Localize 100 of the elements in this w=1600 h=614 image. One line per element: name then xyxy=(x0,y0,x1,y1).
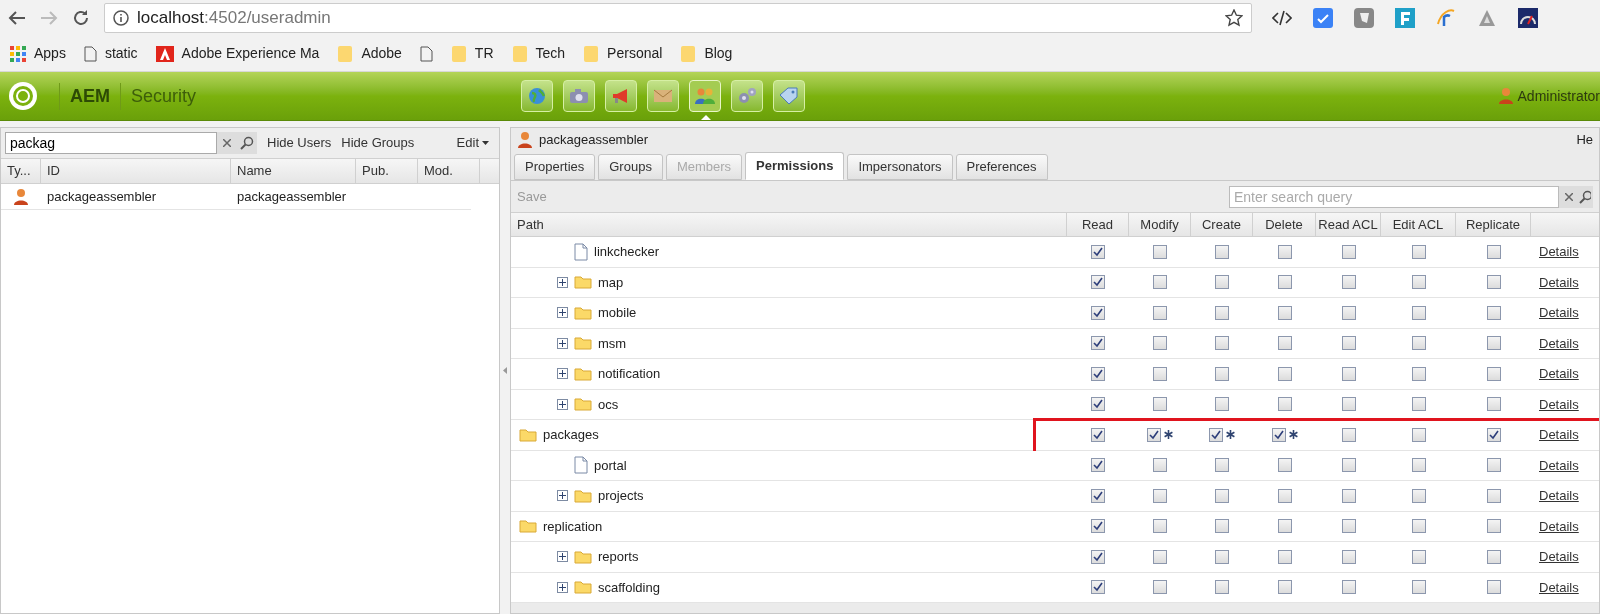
checkbox[interactable] xyxy=(1341,366,1356,381)
checkbox[interactable] xyxy=(1091,305,1105,320)
letter-tile-icon[interactable] xyxy=(1395,8,1415,28)
swoosh-icon[interactable] xyxy=(1436,8,1456,28)
checkbox[interactable] xyxy=(1277,244,1292,259)
checkbox[interactable] xyxy=(1411,549,1426,564)
checkbox[interactable] xyxy=(1486,427,1501,442)
checkbox[interactable] xyxy=(1153,336,1167,351)
checkbox[interactable] xyxy=(1215,519,1229,534)
bookmark[interactable]: Tech xyxy=(535,43,566,64)
tree-item[interactable]: scaffolding xyxy=(598,577,660,597)
collapse-handle-icon[interactable] xyxy=(503,367,507,374)
tab[interactable]: Properties xyxy=(514,154,596,180)
checkbox[interactable] xyxy=(1091,549,1105,564)
checkbox[interactable] xyxy=(1215,488,1229,503)
checkbox[interactable] xyxy=(1486,336,1501,351)
tab[interactable]: Groups xyxy=(598,154,663,180)
checkbox[interactable] xyxy=(1153,244,1167,259)
user-name[interactable]: Administrator xyxy=(1517,85,1600,107)
checkbox[interactable] xyxy=(1341,427,1356,442)
checkbox[interactable] xyxy=(1215,305,1229,320)
column-header[interactable]: Replicate xyxy=(1456,213,1531,236)
back-icon[interactable] xyxy=(8,10,26,26)
column-header[interactable]: Delete xyxy=(1253,213,1316,236)
checkbox[interactable] xyxy=(1411,458,1426,473)
checkbox[interactable] xyxy=(1277,580,1292,595)
checkbox[interactable] xyxy=(1277,458,1292,473)
checkbox[interactable] xyxy=(1341,488,1356,503)
checkbox[interactable] xyxy=(1411,336,1426,351)
nav-button[interactable] xyxy=(521,80,554,112)
reload-icon[interactable] xyxy=(72,9,90,27)
search-icon[interactable] xyxy=(237,132,257,154)
column-header[interactable]: Pub. xyxy=(356,159,418,183)
checkbox[interactable] xyxy=(1153,458,1167,473)
checkbox[interactable] xyxy=(1277,519,1292,534)
bookmark[interactable]: Adobe xyxy=(361,43,402,64)
tab[interactable]: Permissions xyxy=(745,152,845,180)
tree-item[interactable]: projects xyxy=(598,486,644,506)
checkbox[interactable] xyxy=(1411,244,1426,259)
gauge-icon[interactable] xyxy=(1518,8,1538,28)
expand-icon[interactable] xyxy=(557,368,568,380)
checkbox[interactable] xyxy=(1411,366,1426,381)
details-link[interactable]: Details xyxy=(1539,547,1579,567)
checkbox[interactable] xyxy=(1341,580,1356,595)
bookmark[interactable]: static xyxy=(104,43,138,64)
bookmark[interactable]: Apps xyxy=(34,43,66,64)
details-link[interactable]: Details xyxy=(1539,364,1579,384)
expand-icon[interactable] xyxy=(557,551,568,563)
column-header[interactable]: Read xyxy=(1067,213,1129,236)
bookmark[interactable]: Personal xyxy=(607,43,663,64)
checkbox[interactable] xyxy=(1341,397,1356,412)
checkbox[interactable] xyxy=(1091,458,1105,473)
checkbox[interactable] xyxy=(1277,488,1292,503)
checkbox[interactable] xyxy=(1486,305,1501,320)
checkbox[interactable] xyxy=(1341,336,1356,351)
tree-item[interactable]: map xyxy=(598,272,624,292)
checkbox[interactable] xyxy=(1091,397,1105,412)
checkbox[interactable] xyxy=(1153,305,1167,320)
triangle-icon[interactable] xyxy=(1477,8,1497,28)
column-header[interactable]: Ty... xyxy=(1,159,41,183)
checkbox[interactable] xyxy=(1215,244,1229,259)
checkbox[interactable] xyxy=(1277,397,1292,412)
nav-button[interactable] xyxy=(647,80,680,112)
filter-link[interactable]: Hide Users xyxy=(267,133,332,153)
clear-icon[interactable] xyxy=(217,132,237,154)
checkbox[interactable] xyxy=(1277,549,1292,564)
checkbox[interactable] xyxy=(1486,244,1501,259)
details-link[interactable]: Details xyxy=(1539,242,1579,262)
checkbox[interactable] xyxy=(1091,275,1105,290)
checkbox[interactable] xyxy=(1341,519,1356,534)
checkbox[interactable] xyxy=(1091,488,1105,503)
checkbox[interactable] xyxy=(1341,549,1356,564)
checkbox[interactable] xyxy=(1411,397,1426,412)
tree-item[interactable]: notification xyxy=(598,364,661,384)
checkbox[interactable] xyxy=(1486,519,1501,534)
nav-button[interactable] xyxy=(773,80,806,112)
shield-icon[interactable] xyxy=(1354,8,1374,28)
checkbox[interactable] xyxy=(1215,580,1229,595)
checkmark-icon[interactable] xyxy=(1313,8,1333,28)
checkbox[interactable] xyxy=(1215,366,1229,381)
checkbox[interactable] xyxy=(1215,458,1229,473)
bookmark[interactable]: TR xyxy=(474,43,494,64)
search-field[interactable]: packag xyxy=(5,132,217,154)
column-header[interactable]: Mod. xyxy=(418,159,480,183)
bookmark[interactable]: Blog xyxy=(704,43,733,64)
bookmark[interactable]: Adobe Experience Ma xyxy=(181,43,320,64)
filter-link[interactable]: Hide Groups xyxy=(341,133,415,153)
nav-button[interactable] xyxy=(563,80,596,112)
checkbox[interactable] xyxy=(1215,275,1229,290)
tree-item[interactable]: linkchecker xyxy=(594,242,660,262)
details-link[interactable]: Details xyxy=(1539,577,1579,597)
checkbox[interactable] xyxy=(1153,275,1167,290)
tree-item[interactable]: portal xyxy=(594,455,627,475)
checkbox[interactable] xyxy=(1091,519,1105,534)
checkbox[interactable] xyxy=(1277,336,1292,351)
checkbox[interactable] xyxy=(1341,458,1356,473)
nav-button[interactable] xyxy=(731,80,764,112)
checkbox[interactable] xyxy=(1153,366,1167,381)
details-link[interactable]: Details xyxy=(1539,425,1579,445)
checkbox[interactable] xyxy=(1486,458,1501,473)
